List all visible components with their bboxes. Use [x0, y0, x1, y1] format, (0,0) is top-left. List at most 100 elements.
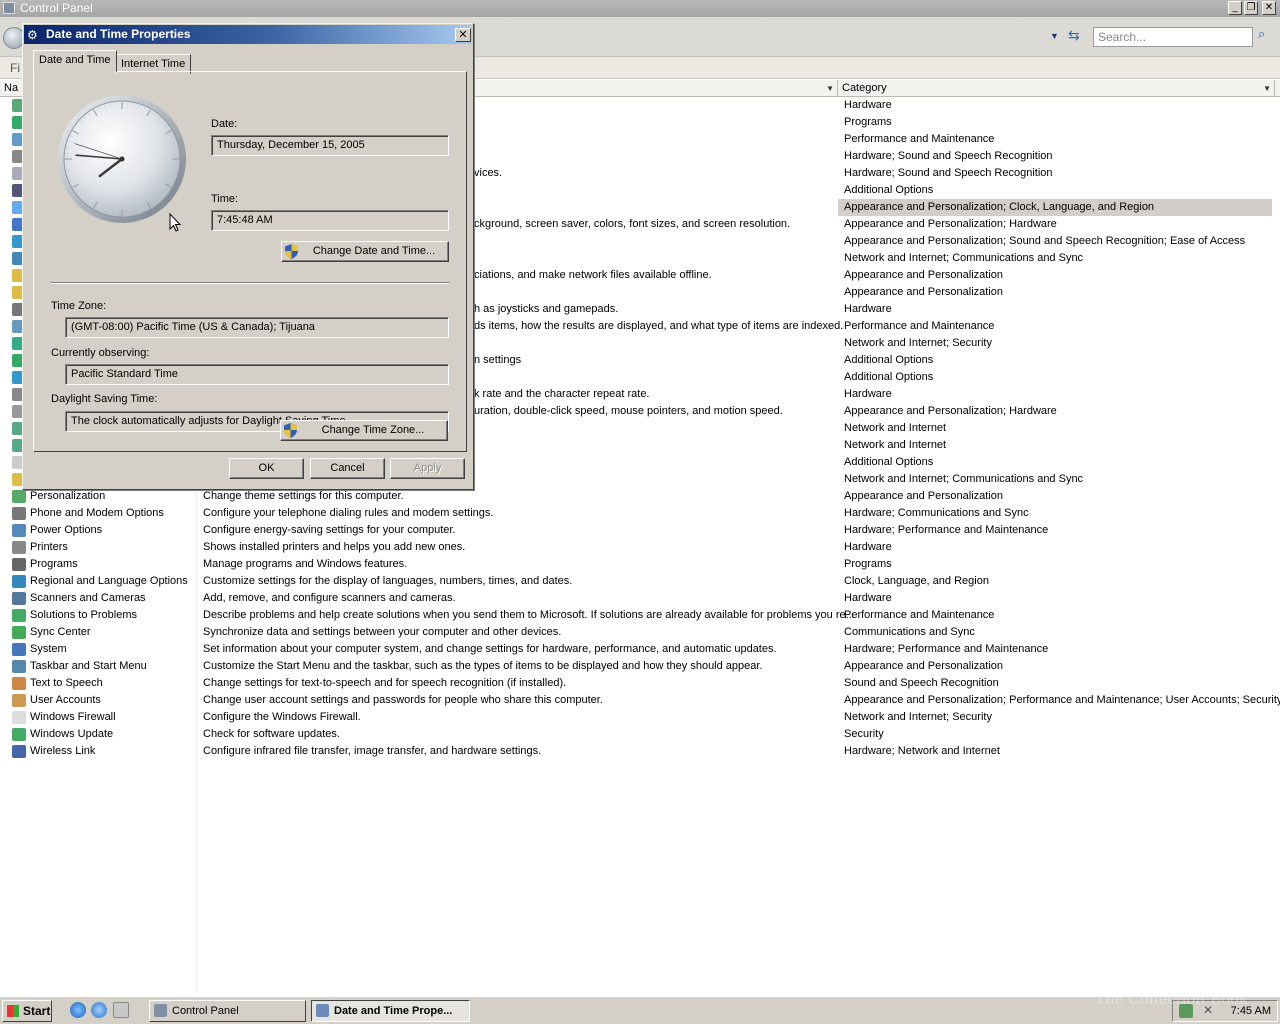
- item-name: Phone and Modem Options: [30, 507, 164, 519]
- close-button[interactable]: ✕: [1262, 1, 1276, 15]
- item-category: Network and Internet: [844, 439, 947, 451]
- item-name: Sync Center: [30, 626, 91, 638]
- item-name: Windows Firewall: [30, 711, 116, 723]
- item-name: Solutions to Problems: [30, 609, 137, 621]
- item-category: Performance and Maintenance: [844, 609, 995, 621]
- refresh-icon[interactable]: ⇆: [1068, 28, 1080, 44]
- item-name: User Accounts: [30, 694, 101, 706]
- taskbar-item-control-panel[interactable]: Control Panel: [149, 1000, 306, 1022]
- item-description: Shows installed printers and helps you a…: [203, 541, 466, 553]
- menu-file[interactable]: Fi: [10, 61, 20, 75]
- item-icon: [12, 609, 26, 622]
- dialog-close-button[interactable]: ✕: [455, 28, 471, 42]
- internet-explorer-icon[interactable]: [70, 1002, 86, 1018]
- dialog-titlebar[interactable]: ⚙ Date and Time Properties ✕: [24, 25, 472, 44]
- item-category: Hardware; Communications and Sync: [844, 507, 1029, 519]
- list-item[interactable]: Wireless Link Configure infrared file tra…: [0, 743, 1280, 760]
- search-input[interactable]: Search...: [1093, 27, 1253, 47]
- item-category: Appearance and Personalization: [844, 269, 1004, 281]
- list-item[interactable]: Windows Firewall Configure the Windows Fi…: [0, 709, 1280, 726]
- cancel-button[interactable]: Cancel: [310, 458, 385, 479]
- date-time-dialog: ⚙ Date and Time Properties ✕ Date and Ti…: [22, 23, 474, 490]
- item-description: Check for software updates.: [203, 728, 340, 740]
- list-item[interactable]: System Set information about your compute…: [0, 641, 1280, 658]
- list-item[interactable]: Sync Center Synchronize data and settings…: [0, 624, 1280, 641]
- maximize-button[interactable]: ❐: [1244, 1, 1258, 15]
- taskbar-item-date-time[interactable]: Date and Time Prope...: [311, 1000, 470, 1022]
- uac-shield-icon: [284, 423, 297, 438]
- list-item[interactable]: Regional and Language Options Customize s…: [0, 573, 1280, 590]
- start-button[interactable]: Start: [2, 1000, 52, 1022]
- item-category: Additional Options: [844, 456, 934, 468]
- list-item[interactable]: Phone and Modem Options Configure your te…: [0, 505, 1280, 522]
- item-description: ciations, and make network files availab…: [474, 269, 712, 281]
- window-titlebar[interactable]: Control Panel _ ❐ ✕: [0, 0, 1280, 17]
- mouse-cursor-icon: [169, 213, 181, 232]
- item-category: Hardware: [844, 99, 892, 111]
- item-category: Hardware; Sound and Speech Recognition: [844, 167, 1053, 179]
- item-name: Personalization: [30, 490, 106, 502]
- column-category-header[interactable]: Category ▼: [838, 80, 1275, 97]
- item-name: Printers: [30, 541, 68, 553]
- item-description: Manage programs and Windows features.: [203, 558, 408, 570]
- list-item[interactable]: Text to Speech Change settings for text-t…: [0, 675, 1280, 692]
- item-icon: [12, 524, 26, 537]
- item-category: Network and Internet; Communications and…: [844, 252, 1084, 264]
- item-icon: [12, 728, 26, 741]
- item-description: Configure your telephone dialing rules a…: [203, 507, 494, 519]
- dst-label: Daylight Saving Time:: [51, 393, 158, 405]
- list-item[interactable]: Taskbar and Start Menu Customize the Star…: [0, 658, 1280, 675]
- list-item[interactable]: User Accounts Change user account setting…: [0, 692, 1280, 709]
- category-dropdown-icon[interactable]: ▼: [1263, 80, 1271, 97]
- item-category: Hardware; Performance and Maintenance: [844, 643, 1049, 655]
- address-dropdown-icon[interactable]: ▼: [1050, 31, 1059, 41]
- item-category: Hardware: [844, 592, 892, 604]
- item-icon: [12, 694, 26, 707]
- apply-button[interactable]: Apply: [390, 458, 465, 479]
- show-desktop-icon[interactable]: [113, 1002, 129, 1018]
- observing-field: Pacific Standard Time: [65, 364, 449, 385]
- list-item[interactable]: Programs Manage programs and Windows feat…: [0, 556, 1280, 573]
- item-icon: [12, 541, 26, 554]
- item-category: Network and Internet; Communications and…: [844, 473, 1084, 485]
- column-dropdown-icon[interactable]: ▼: [826, 80, 834, 97]
- item-name: System: [30, 643, 67, 655]
- search-icon[interactable]: ⌕: [1258, 27, 1265, 42]
- change-date-time-button[interactable]: Change Date and Time...: [281, 241, 449, 262]
- list-item[interactable]: Personalization Change theme settings for…: [0, 488, 1280, 505]
- item-category: Security: [844, 728, 884, 740]
- item-icon: [12, 745, 26, 758]
- item-category: Additional Options: [844, 371, 934, 383]
- item-description: Change theme settings for this computer.: [203, 490, 404, 502]
- item-category: Appearance and Personalization; Hardware: [844, 218, 1057, 230]
- list-item[interactable]: Printers Shows installed printers and hel…: [0, 539, 1280, 556]
- time-label: Time:: [211, 193, 239, 205]
- windows-flag-icon: [7, 1005, 19, 1017]
- item-name: Windows Update: [30, 728, 114, 740]
- item-description: Change user account settings and passwor…: [203, 694, 603, 706]
- minimize-button[interactable]: _: [1228, 1, 1242, 15]
- list-item[interactable]: Power Options Configure energy-saving set…: [0, 522, 1280, 539]
- list-item[interactable]: Scanners and Cameras Add, remove, and con…: [0, 590, 1280, 607]
- list-item[interactable]: Solutions to Problems Describe problems a…: [0, 607, 1280, 624]
- item-description: Synchronize data and settings between yo…: [203, 626, 562, 638]
- item-description: Add, remove, and configure scanners and …: [203, 592, 456, 604]
- item-category: Appearance and Personalization: [844, 490, 1004, 502]
- tab-date-and-time[interactable]: Date and Time: [33, 50, 117, 72]
- item-description: Configure energy-saving settings for you…: [203, 524, 456, 536]
- list-item[interactable]: Windows Update Check for software updates…: [0, 726, 1280, 743]
- browser-icon[interactable]: [91, 1002, 107, 1018]
- clock-center: [119, 156, 125, 162]
- change-time-zone-button[interactable]: Change Time Zone...: [280, 420, 448, 441]
- item-description: ds items, how the results are displayed,…: [474, 320, 844, 332]
- ok-button[interactable]: OK: [229, 458, 304, 479]
- item-category: Hardware; Sound and Speech Recognition: [844, 150, 1053, 162]
- item-description: Configure the Windows Firewall.: [203, 711, 361, 723]
- item-description: Describe problems and help create soluti…: [203, 609, 855, 621]
- item-category: Hardware: [844, 541, 892, 553]
- item-name: Wireless Link: [30, 745, 96, 757]
- item-description: k rate and the character repeat rate.: [474, 388, 650, 400]
- time-field: 7:45:48 AM: [211, 210, 449, 231]
- item-icon: [12, 507, 26, 520]
- item-category: Network and Internet: [844, 422, 947, 434]
